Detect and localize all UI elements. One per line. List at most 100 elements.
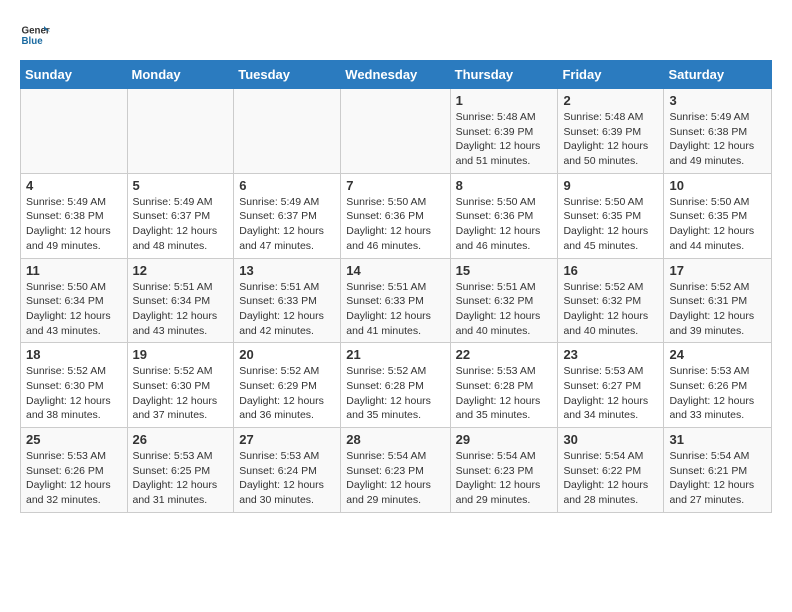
day-detail: Sunrise: 5:53 AM Sunset: 6:26 PM Dayligh… [26, 449, 122, 508]
day-detail: Sunrise: 5:54 AM Sunset: 6:23 PM Dayligh… [346, 449, 444, 508]
day-number: 14 [346, 263, 444, 278]
day-number: 17 [669, 263, 766, 278]
day-number: 16 [563, 263, 658, 278]
col-header-friday: Friday [558, 61, 664, 89]
day-number: 26 [133, 432, 229, 447]
day-detail: Sunrise: 5:50 AM Sunset: 6:36 PM Dayligh… [346, 195, 444, 254]
day-number: 6 [239, 178, 335, 193]
calendar-cell [341, 89, 450, 174]
day-detail: Sunrise: 5:54 AM Sunset: 6:22 PM Dayligh… [563, 449, 658, 508]
day-detail: Sunrise: 5:51 AM Sunset: 6:33 PM Dayligh… [239, 280, 335, 339]
day-detail: Sunrise: 5:54 AM Sunset: 6:21 PM Dayligh… [669, 449, 766, 508]
calendar-cell: 22Sunrise: 5:53 AM Sunset: 6:28 PM Dayli… [450, 343, 558, 428]
calendar-cell: 12 Sunrise: 5:51 AM Sunset: 6:34 PM Dayli… [127, 258, 234, 343]
day-number: 5 [133, 178, 229, 193]
calendar-cell: 24 Sunrise: 5:53 AM Sunset: 6:26 PM Dayli… [664, 343, 772, 428]
week-row-5: 25 Sunrise: 5:53 AM Sunset: 6:26 PM Dayli… [21, 428, 772, 513]
calendar-cell: 17 Sunrise: 5:52 AM Sunset: 6:31 PM Dayli… [664, 258, 772, 343]
week-row-1: 1Sunrise: 5:48 AM Sunset: 6:39 PM Daylig… [21, 89, 772, 174]
day-detail: Sunrise: 5:53 AM Sunset: 6:27 PM Dayligh… [563, 364, 658, 423]
day-detail: Sunrise: 5:51 AM Sunset: 6:34 PM Dayligh… [133, 280, 229, 339]
calendar-cell: 25 Sunrise: 5:53 AM Sunset: 6:26 PM Dayli… [21, 428, 128, 513]
day-detail: Sunrise: 5:49 AM Sunset: 6:38 PM Dayligh… [669, 110, 766, 169]
day-number: 18 [26, 347, 122, 362]
day-detail: Sunrise: 5:52 AM Sunset: 6:30 PM Dayligh… [26, 364, 122, 423]
calendar-cell [21, 89, 128, 174]
calendar-cell: 30 Sunrise: 5:54 AM Sunset: 6:22 PM Dayli… [558, 428, 664, 513]
day-detail: Sunrise: 5:52 AM Sunset: 6:32 PM Dayligh… [563, 280, 658, 339]
calendar-table: SundayMondayTuesdayWednesdayThursdayFrid… [20, 60, 772, 513]
day-number: 21 [346, 347, 444, 362]
calendar-cell: 11Sunrise: 5:50 AM Sunset: 6:34 PM Dayli… [21, 258, 128, 343]
calendar-cell: 20 Sunrise: 5:52 AM Sunset: 6:29 PM Dayli… [234, 343, 341, 428]
calendar-cell: 28 Sunrise: 5:54 AM Sunset: 6:23 PM Dayli… [341, 428, 450, 513]
calendar-cell: 14Sunrise: 5:51 AM Sunset: 6:33 PM Dayli… [341, 258, 450, 343]
calendar-cell: 1Sunrise: 5:48 AM Sunset: 6:39 PM Daylig… [450, 89, 558, 174]
day-number: 13 [239, 263, 335, 278]
day-number: 12 [133, 263, 229, 278]
day-detail: Sunrise: 5:50 AM Sunset: 6:35 PM Dayligh… [669, 195, 766, 254]
calendar-cell [127, 89, 234, 174]
col-header-wednesday: Wednesday [341, 61, 450, 89]
col-header-monday: Monday [127, 61, 234, 89]
day-number: 1 [456, 93, 553, 108]
calendar-cell: 5 Sunrise: 5:49 AM Sunset: 6:37 PM Daylig… [127, 173, 234, 258]
day-number: 3 [669, 93, 766, 108]
day-detail: Sunrise: 5:52 AM Sunset: 6:31 PM Dayligh… [669, 280, 766, 339]
calendar-cell: 29Sunrise: 5:54 AM Sunset: 6:23 PM Dayli… [450, 428, 558, 513]
logo-icon: General Blue [20, 20, 50, 50]
col-header-sunday: Sunday [21, 61, 128, 89]
calendar-cell: 27 Sunrise: 5:53 AM Sunset: 6:24 PM Dayli… [234, 428, 341, 513]
svg-text:Blue: Blue [22, 36, 44, 47]
calendar-cell: 31 Sunrise: 5:54 AM Sunset: 6:21 PM Dayli… [664, 428, 772, 513]
day-detail: Sunrise: 5:52 AM Sunset: 6:29 PM Dayligh… [239, 364, 335, 423]
day-number: 7 [346, 178, 444, 193]
day-detail: Sunrise: 5:50 AM Sunset: 6:35 PM Dayligh… [563, 195, 658, 254]
week-row-2: 4Sunrise: 5:49 AM Sunset: 6:38 PM Daylig… [21, 173, 772, 258]
day-number: 20 [239, 347, 335, 362]
calendar-cell: 7 Sunrise: 5:50 AM Sunset: 6:36 PM Daylig… [341, 173, 450, 258]
calendar-cell: 23 Sunrise: 5:53 AM Sunset: 6:27 PM Dayli… [558, 343, 664, 428]
day-detail: Sunrise: 5:49 AM Sunset: 6:37 PM Dayligh… [239, 195, 335, 254]
day-detail: Sunrise: 5:53 AM Sunset: 6:24 PM Dayligh… [239, 449, 335, 508]
day-number: 30 [563, 432, 658, 447]
day-detail: Sunrise: 5:54 AM Sunset: 6:23 PM Dayligh… [456, 449, 553, 508]
day-number: 4 [26, 178, 122, 193]
calendar-cell: 19 Sunrise: 5:52 AM Sunset: 6:30 PM Dayli… [127, 343, 234, 428]
calendar-header-row: SundayMondayTuesdayWednesdayThursdayFrid… [21, 61, 772, 89]
page-header: General Blue [20, 20, 772, 50]
day-detail: Sunrise: 5:50 AM Sunset: 6:36 PM Dayligh… [456, 195, 553, 254]
day-number: 28 [346, 432, 444, 447]
day-number: 31 [669, 432, 766, 447]
calendar-cell: 10Sunrise: 5:50 AM Sunset: 6:35 PM Dayli… [664, 173, 772, 258]
day-detail: Sunrise: 5:49 AM Sunset: 6:37 PM Dayligh… [133, 195, 229, 254]
calendar-cell: 9 Sunrise: 5:50 AM Sunset: 6:35 PM Daylig… [558, 173, 664, 258]
week-row-3: 11Sunrise: 5:50 AM Sunset: 6:34 PM Dayli… [21, 258, 772, 343]
day-number: 2 [563, 93, 658, 108]
calendar-cell: 26 Sunrise: 5:53 AM Sunset: 6:25 PM Dayli… [127, 428, 234, 513]
calendar-cell [234, 89, 341, 174]
col-header-tuesday: Tuesday [234, 61, 341, 89]
col-header-saturday: Saturday [664, 61, 772, 89]
day-detail: Sunrise: 5:53 AM Sunset: 6:26 PM Dayligh… [669, 364, 766, 423]
day-detail: Sunrise: 5:53 AM Sunset: 6:28 PM Dayligh… [456, 364, 553, 423]
day-detail: Sunrise: 5:52 AM Sunset: 6:30 PM Dayligh… [133, 364, 229, 423]
day-detail: Sunrise: 5:51 AM Sunset: 6:32 PM Dayligh… [456, 280, 553, 339]
day-number: 25 [26, 432, 122, 447]
day-detail: Sunrise: 5:53 AM Sunset: 6:25 PM Dayligh… [133, 449, 229, 508]
calendar-cell: 21 Sunrise: 5:52 AM Sunset: 6:28 PM Dayli… [341, 343, 450, 428]
day-number: 8 [456, 178, 553, 193]
day-number: 19 [133, 347, 229, 362]
day-detail: Sunrise: 5:52 AM Sunset: 6:28 PM Dayligh… [346, 364, 444, 423]
logo: General Blue [20, 20, 54, 50]
day-number: 27 [239, 432, 335, 447]
calendar-cell: 2Sunrise: 5:48 AM Sunset: 6:39 PM Daylig… [558, 89, 664, 174]
calendar-cell: 13 Sunrise: 5:51 AM Sunset: 6:33 PM Dayli… [234, 258, 341, 343]
day-number: 24 [669, 347, 766, 362]
day-detail: Sunrise: 5:50 AM Sunset: 6:34 PM Dayligh… [26, 280, 122, 339]
calendar-cell: 8 Sunrise: 5:50 AM Sunset: 6:36 PM Daylig… [450, 173, 558, 258]
svg-text:General: General [22, 26, 51, 37]
day-number: 23 [563, 347, 658, 362]
calendar-cell: 15Sunrise: 5:51 AM Sunset: 6:32 PM Dayli… [450, 258, 558, 343]
day-number: 9 [563, 178, 658, 193]
